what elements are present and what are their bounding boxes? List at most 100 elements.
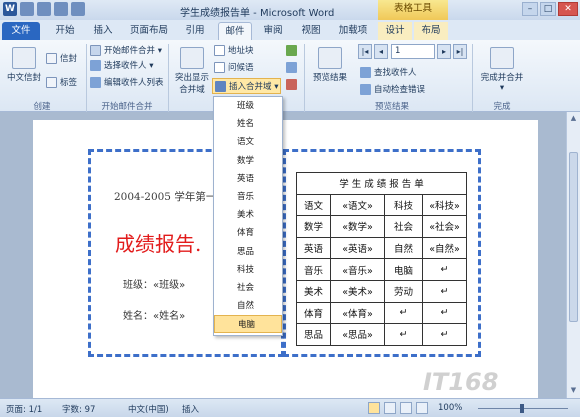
table-cell[interactable]: «美术» bbox=[330, 279, 385, 303]
table-cell[interactable]: «自然» bbox=[422, 236, 467, 260]
first-record-button[interactable]: |◂ bbox=[358, 44, 372, 59]
previous-record-button[interactable]: ◂ bbox=[374, 44, 388, 59]
scroll-up-icon[interactable]: ▲ bbox=[569, 114, 578, 124]
scroll-thumb[interactable] bbox=[569, 152, 578, 322]
menu-item-5[interactable]: 音乐 bbox=[214, 188, 282, 206]
customize-qat-icon[interactable] bbox=[71, 2, 85, 16]
table-cell[interactable]: 社会 bbox=[384, 215, 423, 238]
table-cell[interactable]: ↵ bbox=[422, 301, 467, 325]
table-cell[interactable]: 体育 bbox=[296, 301, 331, 325]
table-cell[interactable]: ↵ bbox=[422, 323, 467, 346]
full-screen-view-icon[interactable] bbox=[384, 402, 396, 414]
start-mail-merge-button[interactable]: 开始邮件合并 ▾ bbox=[90, 44, 162, 56]
preview-icon bbox=[318, 47, 342, 69]
print-layout-view-icon[interactable] bbox=[368, 402, 380, 414]
next-record-button[interactable]: ▸ bbox=[437, 44, 451, 59]
table-cell[interactable]: ↵ bbox=[384, 301, 423, 325]
tab-design[interactable]: 设计 bbox=[378, 22, 412, 40]
menu-item-2[interactable]: 语文 bbox=[214, 133, 282, 151]
menu-item-0[interactable]: 班级 bbox=[214, 97, 282, 115]
tab-layout[interactable]: 布局 bbox=[414, 22, 448, 40]
auto-check-errors-button[interactable]: 自动检查错误 bbox=[360, 83, 425, 95]
preview-results-button[interactable]: 预览结果 bbox=[308, 47, 352, 83]
table-cell[interactable]: ↵ bbox=[422, 258, 467, 281]
menu-item-12[interactable]: 电脑 bbox=[214, 315, 282, 334]
vertical-scrollbar[interactable]: ▲ ▼ bbox=[566, 112, 580, 398]
record-number-input[interactable]: 1 bbox=[391, 44, 435, 59]
table-cell[interactable]: 美术 bbox=[296, 279, 331, 303]
outline-view-icon[interactable] bbox=[416, 402, 428, 414]
menu-item-7[interactable]: 体育 bbox=[214, 224, 282, 242]
word-count[interactable]: 字数: 97 bbox=[62, 403, 95, 415]
table-cell[interactable]: 英语 bbox=[296, 236, 331, 260]
finish-and-merge-button[interactable]: 完成并合并 ▾ bbox=[476, 47, 528, 93]
update-labels-button[interactable] bbox=[286, 79, 297, 90]
table-cell[interactable]: 音乐 bbox=[296, 258, 331, 281]
table-cell[interactable]: 电脑 bbox=[384, 258, 423, 281]
table-cell[interactable]: «语文» bbox=[330, 193, 385, 217]
tab-insert[interactable]: 插入 bbox=[88, 22, 118, 40]
language-indicator[interactable]: 中文(中国) bbox=[128, 403, 169, 415]
greeting-line-button[interactable]: 问候语 bbox=[214, 61, 254, 73]
edit-recipient-list-button[interactable]: 编辑收件人列表 bbox=[90, 76, 164, 88]
redo-icon[interactable] bbox=[54, 2, 68, 16]
close-button[interactable]: ✕ bbox=[558, 2, 578, 16]
menu-item-11[interactable]: 自然 bbox=[214, 297, 282, 315]
select-recipients-button[interactable]: 选择收件人 ▾ bbox=[90, 59, 153, 71]
table-cell[interactable]: «思品» bbox=[330, 323, 385, 346]
envelopes-button[interactable]: 信封 bbox=[46, 52, 77, 64]
maximize-button[interactable]: □ bbox=[540, 2, 556, 16]
page-count[interactable]: 页面: 1/1 bbox=[6, 403, 42, 415]
menu-item-1[interactable]: 姓名 bbox=[214, 115, 282, 133]
match-fields-button[interactable] bbox=[286, 62, 297, 73]
mail-merge-icon bbox=[90, 44, 101, 56]
insert-mode-indicator[interactable]: 插入 bbox=[182, 403, 199, 415]
tab-home[interactable]: 开始 bbox=[50, 22, 80, 40]
undo-icon[interactable] bbox=[37, 2, 51, 16]
table-cell[interactable]: ↵ bbox=[422, 279, 467, 303]
zoom-level[interactable]: 100% bbox=[438, 403, 462, 413]
menu-item-8[interactable]: 思品 bbox=[214, 243, 282, 261]
zoom-slider-thumb[interactable] bbox=[520, 404, 524, 413]
table-cell[interactable]: «英语» bbox=[330, 236, 385, 260]
table-cell[interactable]: «音乐» bbox=[330, 258, 385, 281]
save-icon[interactable] bbox=[20, 2, 34, 16]
table-cell[interactable]: 数学 bbox=[296, 215, 331, 238]
tab-page-layout[interactable]: 页面布局 bbox=[126, 22, 172, 40]
menu-item-3[interactable]: 数学 bbox=[214, 152, 282, 170]
minimize-button[interactable]: – bbox=[522, 2, 538, 16]
scroll-down-icon[interactable]: ▼ bbox=[569, 386, 578, 396]
address-block-button[interactable]: 地址块 bbox=[214, 44, 254, 56]
table-cell[interactable]: «数学» bbox=[330, 215, 385, 238]
menu-item-10[interactable]: 社会 bbox=[214, 279, 282, 297]
highlight-merge-fields-button[interactable]: 突出显示 合并域 bbox=[172, 47, 212, 95]
menu-item-9[interactable]: 科技 bbox=[214, 261, 282, 279]
table-cell[interactable]: ↵ bbox=[384, 323, 423, 346]
tab-mailings[interactable]: 邮件 bbox=[218, 22, 252, 40]
table-cell[interactable]: 自然 bbox=[384, 236, 423, 260]
table-cell[interactable]: 语文 bbox=[296, 193, 331, 217]
insert-merge-field-button[interactable]: 插入合并域 ▾ bbox=[212, 78, 282, 94]
web-layout-view-icon[interactable] bbox=[400, 402, 412, 414]
table-cell[interactable]: «社会» bbox=[422, 215, 467, 238]
group-separator bbox=[472, 44, 473, 112]
table-cell[interactable]: 思品 bbox=[296, 323, 331, 346]
menu-item-4[interactable]: 英语 bbox=[214, 170, 282, 188]
table-cell[interactable]: «体育» bbox=[330, 301, 385, 325]
labels-button[interactable]: 标签 bbox=[46, 76, 77, 88]
tab-view[interactable]: 视图 bbox=[296, 22, 326, 40]
table-cell[interactable]: 科技 bbox=[384, 193, 423, 217]
tab-review[interactable]: 审阅 bbox=[258, 22, 288, 40]
table-cell[interactable]: 劳动 bbox=[384, 279, 423, 303]
word-logo-icon[interactable]: W bbox=[3, 2, 17, 16]
rules-button[interactable] bbox=[286, 45, 297, 56]
menu-item-6[interactable]: 美术 bbox=[214, 206, 282, 224]
table-cell[interactable]: «科技» bbox=[422, 193, 467, 217]
chinese-envelope-button[interactable]: 中文信封 bbox=[4, 47, 44, 83]
tab-references[interactable]: 引用 bbox=[180, 22, 210, 40]
tab-file[interactable]: 文件 bbox=[2, 22, 40, 40]
last-record-button[interactable]: ▸| bbox=[453, 44, 467, 59]
tab-addins[interactable]: 加载项 bbox=[334, 22, 372, 40]
grade-report-table[interactable]: 学 生 成 绩 报 告 单 语文 «语文» 科技 «科技» 数学 «数学» 社会 «社会» 英语… bbox=[296, 172, 467, 346]
find-recipient-button[interactable]: 查找收件人 bbox=[360, 66, 417, 78]
